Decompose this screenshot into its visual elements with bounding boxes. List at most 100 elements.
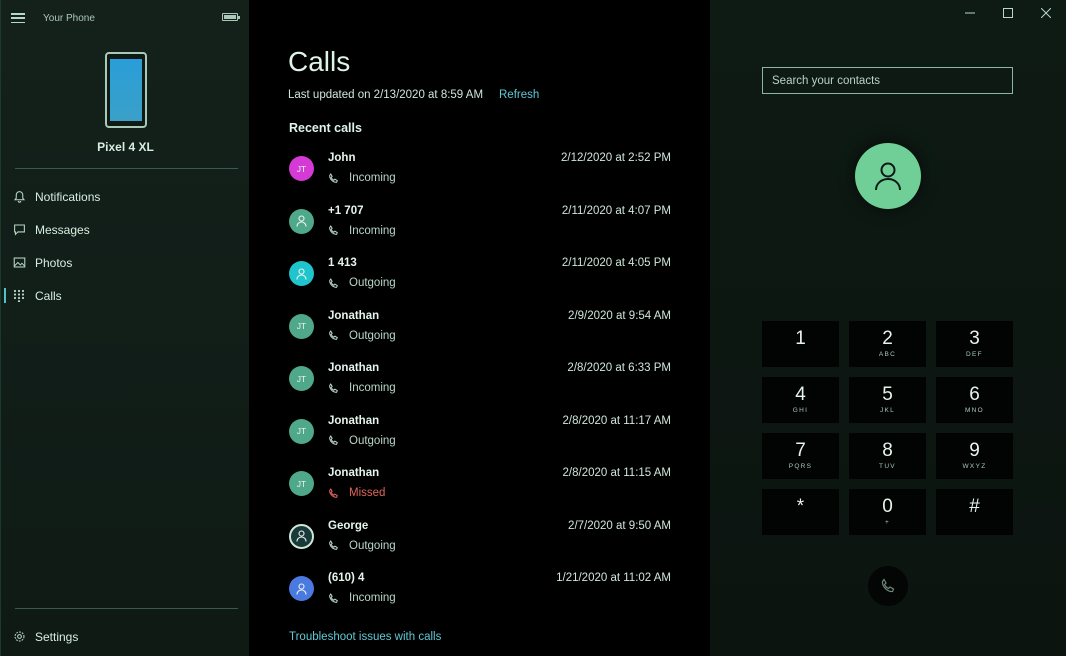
call-list: JT John Incoming 2/12/2020 at 2:52 PM +1 707… — [249, 142, 710, 615]
call-type: Incoming — [328, 592, 396, 604]
dial-key[interactable]: * — [762, 489, 839, 535]
call-time: 2/8/2020 at 6:33 PM — [567, 362, 671, 374]
device-name: Pixel 4 XL — [97, 140, 154, 154]
call-time: 2/11/2020 at 4:07 PM — [561, 204, 671, 217]
dial-key-letters: TUV — [879, 463, 896, 470]
dial-key[interactable]: 0 + — [849, 489, 926, 535]
dial-key-digit: 2 — [882, 328, 893, 349]
nav-item-notifications[interactable]: Notifications — [1, 180, 250, 213]
call-button[interactable] — [868, 566, 908, 606]
phone-icon — [328, 540, 344, 551]
call-type: Missed — [328, 487, 385, 499]
close-icon[interactable] — [1034, 5, 1058, 21]
dial-key-digit: # — [969, 496, 980, 517]
call-type: Incoming — [328, 172, 396, 184]
call-name: Jonathan — [328, 414, 380, 427]
dial-key[interactable]: 5 JKL — [849, 377, 926, 423]
dial-key[interactable]: 9 WXYZ — [936, 433, 1013, 479]
call-type: Outgoing — [328, 540, 396, 552]
call-name: Jonathan — [328, 362, 380, 374]
hamburger-menu-icon[interactable] — [11, 13, 25, 23]
maximize-icon[interactable] — [996, 5, 1020, 21]
call-time: 2/7/2020 at 9:50 AM — [568, 519, 671, 532]
dial-key-letters: MNO — [964, 407, 985, 414]
call-row[interactable]: George Outgoing 2/7/2020 at 9:50 AM — [249, 510, 710, 563]
dial-key[interactable]: 7 PQRS — [762, 433, 839, 479]
avatar — [289, 576, 314, 601]
divider — [15, 168, 238, 169]
avatar — [289, 261, 314, 286]
nav-item-label: Calls — [35, 288, 62, 303]
dialer-panel: 1 2ABC3DEF 4 GHI 5JKL6MNO 7PQRS8TUV9WXYZ * 0+ # — [710, 0, 1066, 656]
call-name: Jonathan — [328, 467, 380, 479]
dial-key[interactable]: # — [936, 489, 1013, 535]
gear-icon — [12, 630, 26, 644]
nav-item-messages[interactable]: Messages — [1, 213, 250, 246]
dial-key-digit: 1 — [795, 328, 806, 349]
dial-key[interactable]: 6 MNO — [936, 377, 1013, 423]
nav-list: Notifications Messages Photos Calls — [1, 180, 250, 312]
call-row[interactable]: JT John Incoming 2/12/2020 at 2:52 PM — [249, 142, 710, 195]
phone-icon — [328, 277, 344, 289]
call-name: 1 413 — [328, 257, 357, 269]
call-name: +1 707 — [328, 204, 364, 217]
dial-key-letters: WXYZ — [962, 463, 987, 470]
minimize-icon[interactable] — [958, 5, 982, 21]
dial-key-digit: 4 — [795, 384, 806, 405]
nav-item-settings[interactable]: Settings — [1, 620, 250, 653]
dialpad-icon — [12, 289, 26, 303]
settings-area: Settings — [1, 620, 250, 653]
call-row[interactable]: +1 707 Incoming 2/11/2020 at 4:07 PM — [249, 195, 710, 248]
nav-item-calls[interactable]: Calls — [1, 279, 250, 312]
phone-icon — [328, 487, 344, 499]
dial-key-letters: JKL — [879, 407, 896, 414]
phone-icon — [328, 592, 344, 604]
call-name: Jonathan — [328, 309, 380, 322]
call-row[interactable]: JT Jonathan Outgoing 2/9/2020 at 9:54 AM — [249, 300, 710, 353]
call-type: Incoming — [328, 382, 396, 394]
dial-key-digit: 7 — [795, 440, 806, 461]
nav-item-photos[interactable]: Photos — [1, 246, 250, 279]
call-type-label: Outgoing — [349, 434, 396, 447]
calls-panel: Calls Last updated on 2/13/2020 at 8:59 … — [249, 0, 710, 656]
dial-key[interactable]: 4 GHI — [762, 377, 839, 423]
dial-key-digit: * — [796, 496, 805, 517]
dial-keypad: 1 2 ABC 3 DEF 4 GHI 5 JKL 6 MNO 7 PQRS 8 TUV 9 WXYZ * 0 + # — [762, 321, 1013, 535]
nav-item-label: Messages — [35, 222, 90, 237]
search-input[interactable] — [762, 67, 1013, 94]
dial-key[interactable]: 2 ABC — [849, 321, 926, 367]
phone-icon — [328, 435, 344, 446]
call-type: Outgoing — [328, 330, 396, 342]
nav-item-label: Photos — [35, 255, 73, 270]
bell-icon — [12, 190, 26, 204]
refresh-link[interactable]: Refresh — [499, 89, 539, 101]
call-name: (610) 4 — [328, 572, 365, 584]
phone-icon — [328, 382, 344, 394]
page-title: Calls — [288, 46, 351, 77]
call-type-label: Missed — [349, 487, 386, 499]
call-row[interactable]: (610) 4 Incoming 1/21/2020 at 11:02 AM — [249, 562, 710, 615]
call-type-label: Incoming — [349, 224, 396, 237]
recent-calls-heading: Recent calls — [289, 121, 362, 135]
call-type-label: Outgoing — [349, 539, 396, 552]
dial-key-letters: GHI — [792, 407, 809, 414]
phone-icon — [105, 52, 147, 128]
call-time: 2/9/2020 at 9:54 AM — [568, 309, 671, 322]
call-type-label: Incoming — [349, 172, 396, 184]
call-row[interactable]: JT Jonathan Missed 2/8/2020 at 11:15 AM — [249, 457, 710, 510]
dial-key[interactable]: 3 DEF — [936, 321, 1013, 367]
troubleshoot-link[interactable]: Troubleshoot issues with calls — [289, 631, 441, 643]
call-time: 2/8/2020 at 11:17 AM — [562, 414, 671, 427]
call-row[interactable]: JT Jonathan Outgoing 2/8/2020 at 11:17 AM — [249, 405, 710, 458]
call-type: Outgoing — [328, 435, 396, 447]
avatar: JT — [289, 313, 314, 339]
call-row[interactable]: JT Jonathan Incoming 2/8/2020 at 6:33 PM — [249, 352, 710, 405]
phone-icon — [328, 225, 344, 236]
call-time: 2/11/2020 at 4:05 PM — [561, 257, 671, 269]
dial-key-letters: DEF — [966, 351, 983, 358]
settings-label: Settings — [35, 629, 79, 644]
dial-key[interactable]: 1 — [762, 321, 839, 367]
avatar — [289, 208, 314, 234]
call-row[interactable]: 1 413 Outgoing 2/11/2020 at 4:05 PM — [249, 247, 710, 300]
dial-key[interactable]: 8 TUV — [849, 433, 926, 479]
